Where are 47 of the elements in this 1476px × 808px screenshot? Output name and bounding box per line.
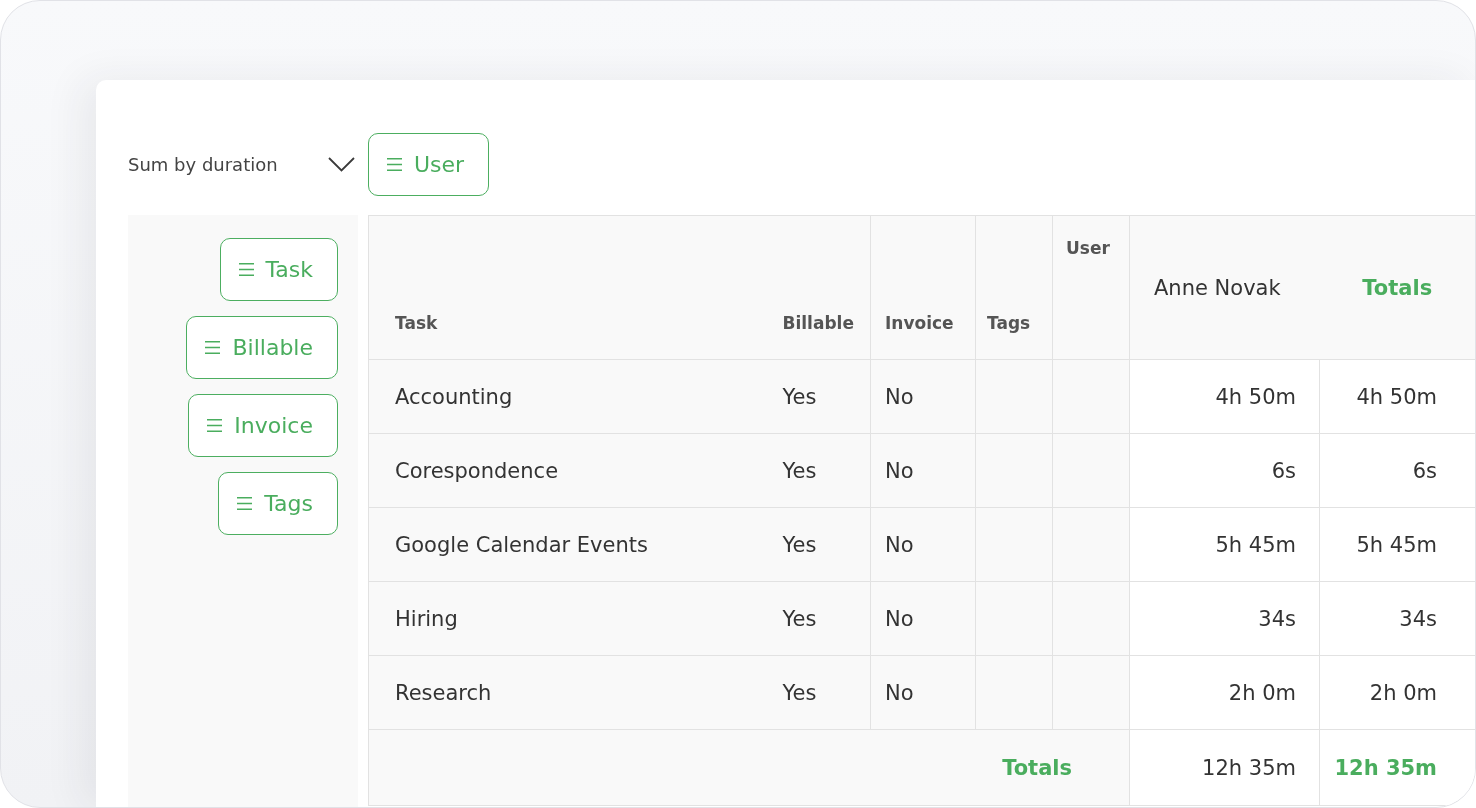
table-cell: Hiring [368, 581, 771, 656]
column-header: Billable [770, 215, 871, 360]
table-cell: Yes [770, 359, 871, 434]
table-cell: 5h 45m [1319, 507, 1475, 582]
table-cell: 12h 35m [1319, 729, 1475, 806]
table-cell: Accounting [368, 359, 771, 434]
pivot-field-button[interactable]: Billable [186, 316, 338, 379]
table-cell: No [870, 433, 976, 508]
table-cell: Research [368, 655, 771, 730]
table-cell: 12h 35m [1129, 729, 1320, 806]
table-cell: No [870, 581, 976, 656]
column-header: Anne Novak [1129, 215, 1320, 360]
table-cell: 6s [1129, 433, 1320, 508]
table-cell: 5h 45m [1129, 507, 1320, 582]
table-cell: Corespondence [368, 433, 771, 508]
column-header: Tags [975, 215, 1053, 360]
chevron-down-icon [328, 157, 355, 172]
menu-icon [205, 341, 221, 354]
table-cell: Yes [770, 581, 871, 656]
column-header: User [1052, 215, 1130, 360]
sum-by-dropdown[interactable]: Sum by duration [128, 133, 358, 196]
table-cell: No [870, 507, 976, 582]
table-cell: Yes [770, 655, 871, 730]
pivot-field-button[interactable]: Tags [218, 472, 338, 535]
table-cell: No [870, 655, 976, 730]
pivot-field-button[interactable]: Task [219, 238, 338, 301]
column-header: Task [368, 215, 771, 360]
menu-icon [387, 158, 402, 171]
pivot-field-button[interactable]: Invoice [188, 394, 338, 457]
table-cell: No [870, 359, 976, 434]
table-cell: 6s [1319, 433, 1475, 508]
table-cell: Yes [770, 433, 871, 508]
table-cell: 34s [1319, 581, 1475, 656]
table-cell: 2h 0m [1319, 655, 1475, 730]
table-cell: Yes [770, 507, 871, 582]
table-cell: 2h 0m [1129, 655, 1320, 730]
menu-icon [238, 263, 254, 276]
menu-icon [207, 419, 223, 432]
table-cell: 4h 50m [1129, 359, 1320, 434]
column-header: Totals [1319, 215, 1475, 360]
table-cell: Google Calendar Events [368, 507, 771, 582]
totals-label: Totals [1002, 755, 1072, 780]
menu-icon [237, 497, 253, 510]
pivot-field-button[interactable]: User [368, 133, 490, 196]
table-cell: 4h 50m [1319, 359, 1475, 434]
table-cell: 34s [1129, 581, 1320, 656]
column-header: Invoice [870, 215, 976, 360]
